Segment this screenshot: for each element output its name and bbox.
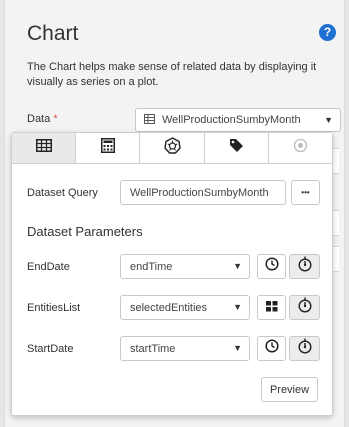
tab-table[interactable] <box>12 133 77 163</box>
param-select[interactable]: endTime ▼ <box>120 254 250 279</box>
dataset-query-label: Dataset Query <box>27 187 98 199</box>
timer-icon <box>297 256 312 277</box>
help-icon[interactable]: ? <box>319 24 336 41</box>
chevron-down-icon: ▼ <box>324 115 333 125</box>
tag-icon <box>229 138 244 158</box>
chevron-down-icon: ▼ <box>233 302 242 312</box>
preview-button[interactable]: Preview <box>261 377 318 402</box>
required-mark: * <box>53 113 58 125</box>
kubernetes-icon <box>163 137 181 159</box>
timer-button[interactable] <box>289 295 320 320</box>
param-label: StartDate <box>27 343 74 355</box>
param-select[interactable]: selectedEntities ▼ <box>120 295 250 320</box>
tab-calculator[interactable] <box>76 133 141 163</box>
data-source-popover: Dataset Query WellProductionSumbyMonth •… <box>11 132 333 416</box>
chevron-down-icon: ▼ <box>233 343 242 353</box>
clock-button[interactable] <box>257 254 286 279</box>
tab-tag[interactable] <box>204 133 269 163</box>
data-select-value: WellProductionSumbyMonth <box>162 114 301 126</box>
data-select[interactable]: WellProductionSumbyMonth ▼ <box>135 108 341 132</box>
clock-icon <box>264 339 279 358</box>
more-options-button[interactable]: ••• <box>291 180 320 205</box>
timer-icon <box>297 297 312 318</box>
dataset-parameters-title: Dataset Parameters <box>27 224 143 239</box>
popover-tabs <box>12 133 333 164</box>
timer-button[interactable] <box>289 336 320 361</box>
target-icon <box>293 138 308 158</box>
page-title: Chart <box>27 22 79 45</box>
grid-icon <box>265 299 278 317</box>
panel-description: The Chart helps make sense of related da… <box>27 61 317 88</box>
param-label: EntitiesList <box>27 302 81 314</box>
calculator-icon <box>100 138 115 158</box>
timer-icon <box>297 338 312 359</box>
param-label: EndDate <box>27 261 70 273</box>
grid-button[interactable] <box>257 295 286 320</box>
tab-kubernetes[interactable] <box>140 133 205 163</box>
table-icon <box>144 114 155 127</box>
tab-target[interactable] <box>268 133 333 163</box>
dataset-query-field[interactable]: WellProductionSumbyMonth <box>120 180 286 205</box>
table-icon <box>35 139 52 157</box>
timer-button[interactable] <box>289 254 320 279</box>
chevron-down-icon: ▼ <box>233 261 242 271</box>
data-label: Data * <box>27 113 58 125</box>
clock-button[interactable] <box>257 336 286 361</box>
clock-icon <box>264 257 279 276</box>
param-select[interactable]: startTime ▼ <box>120 336 250 361</box>
